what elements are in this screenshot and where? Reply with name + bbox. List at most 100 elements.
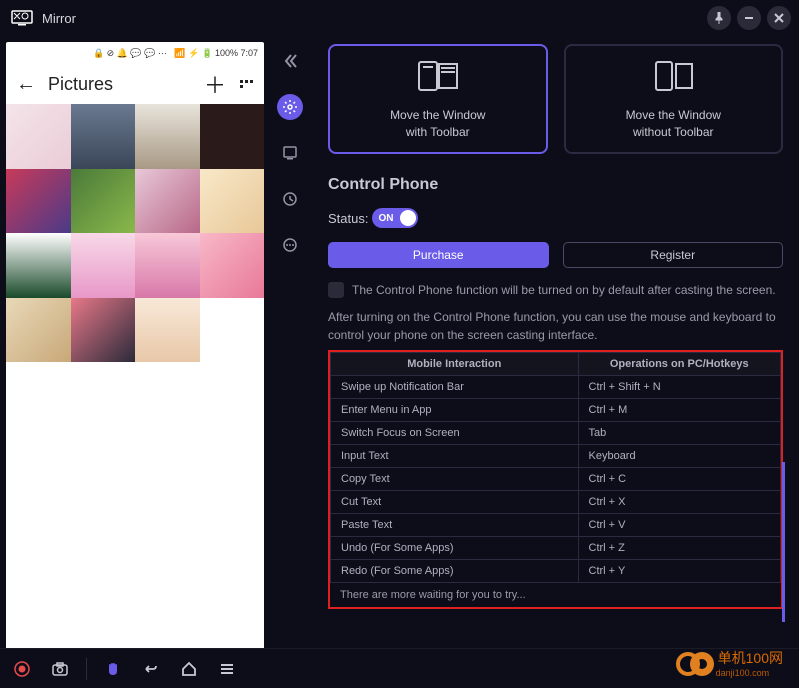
- table-cell: Keyboard: [578, 445, 781, 468]
- photo-thumb: [200, 233, 265, 298]
- default-on-label: The Control Phone function will be turne…: [352, 283, 776, 297]
- default-on-checkbox[interactable]: [328, 282, 344, 298]
- photo-thumb: [200, 104, 265, 169]
- device-icon[interactable]: [277, 140, 303, 166]
- table-cell: Ctrl + C: [578, 468, 781, 491]
- table-cell: Switch Focus on Screen: [331, 422, 579, 445]
- hotkeys-table: Mobile Interaction Operations on PC/Hotk…: [330, 352, 781, 583]
- photo-thumb: [6, 298, 71, 363]
- table-cell: Enter Menu in App: [331, 399, 579, 422]
- phone-status-bar: 🔒 ⊘ 🔔 💬 💬 ⋯ 📶 ⚡ 🔋 100% 7:07: [6, 42, 264, 64]
- description-text: After turning on the Control Phone funct…: [328, 308, 783, 344]
- phone-mirror-panel: 🔒 ⊘ 🔔 💬 💬 ⋯ 📶 ⚡ 🔋 100% 7:07 ← Pictures ＋: [0, 36, 268, 648]
- phone-app-header: ← Pictures ＋: [6, 64, 264, 104]
- table-cell: Paste Text: [331, 514, 579, 537]
- table-cell: Redo (For Some Apps): [331, 560, 579, 583]
- table-row: Cut TextCtrl + X: [331, 491, 781, 514]
- screenshot-button[interactable]: [48, 657, 72, 681]
- hand-button[interactable]: [101, 657, 125, 681]
- window-mode-cards: Move the Window with Toolbar Move the Wi…: [328, 44, 783, 154]
- app-icon: [8, 8, 36, 28]
- table-cell: Ctrl + Shift + N: [578, 376, 781, 399]
- close-button[interactable]: [767, 6, 791, 30]
- table-row: Enter Menu in AppCtrl + M: [331, 399, 781, 422]
- card-label: Move the Window with Toolbar: [390, 107, 485, 139]
- table-header: Mobile Interaction: [331, 353, 579, 376]
- table-row: Swipe up Notification BarCtrl + Shift + …: [331, 376, 781, 399]
- more-icon[interactable]: [277, 232, 303, 258]
- register-button[interactable]: Register: [563, 242, 784, 268]
- table-row: Undo (For Some Apps)Ctrl + Z: [331, 537, 781, 560]
- section-title: Control Phone: [328, 176, 783, 194]
- add-icon[interactable]: ＋: [204, 68, 226, 100]
- card-with-toolbar[interactable]: Move the Window with Toolbar: [328, 44, 548, 154]
- home-button[interactable]: [177, 657, 201, 681]
- phone-screen[interactable]: 🔒 ⊘ 🔔 💬 💬 ⋯ 📶 ⚡ 🔋 100% 7:07 ← Pictures ＋: [6, 42, 264, 666]
- menu-button[interactable]: [215, 657, 239, 681]
- table-row: Switch Focus on ScreenTab: [331, 422, 781, 445]
- photo-grid[interactable]: [6, 104, 264, 362]
- brand-name: 单机100网: [718, 650, 783, 666]
- photo-thumb: [135, 298, 200, 363]
- status-row: Status: ON: [328, 208, 783, 228]
- photo-thumb: [200, 169, 265, 234]
- purchase-button[interactable]: Purchase: [328, 242, 549, 268]
- table-row: Copy TextCtrl + C: [331, 468, 781, 491]
- collapse-icon[interactable]: [277, 48, 303, 74]
- photo-thumb: [135, 169, 200, 234]
- phone-page-title: Pictures: [48, 74, 113, 95]
- history-icon[interactable]: [277, 186, 303, 212]
- record-button[interactable]: [10, 657, 34, 681]
- table-row: Redo (For Some Apps)Ctrl + Y: [331, 560, 781, 583]
- photo-thumb: [135, 233, 200, 298]
- back-icon[interactable]: ←: [16, 73, 36, 96]
- table-cell: Ctrl + V: [578, 514, 781, 537]
- photo-thumb: [71, 298, 136, 363]
- table-cell: Undo (For Some Apps): [331, 537, 579, 560]
- app-title: Mirror: [42, 11, 76, 26]
- table-cell: Swipe up Notification Bar: [331, 376, 579, 399]
- table-cell: Tab: [578, 422, 781, 445]
- card-without-toolbar[interactable]: Move the Window without Toolbar: [564, 44, 784, 154]
- hotkeys-table-wrap: Mobile Interaction Operations on PC/Hotk…: [328, 350, 783, 609]
- photo-thumb: [71, 104, 136, 169]
- window-plain-icon: [646, 58, 700, 99]
- card-label: Move the Window without Toolbar: [626, 107, 721, 139]
- titlebar: Mirror: [0, 0, 799, 36]
- brand-logo-icon: [676, 646, 716, 682]
- table-cell: Ctrl + Z: [578, 537, 781, 560]
- minimize-button[interactable]: [737, 6, 761, 30]
- grid-menu-icon[interactable]: [240, 80, 254, 88]
- photo-thumb: [6, 169, 71, 234]
- table-cell: Ctrl + Y: [578, 560, 781, 583]
- brand-watermark: 单机100网 danji100.com: [676, 646, 783, 682]
- table-cell: Ctrl + M: [578, 399, 781, 422]
- table-header: Operations on PC/Hotkeys: [578, 353, 781, 376]
- photo-thumb: [6, 104, 71, 169]
- main-area: 🔒 ⊘ 🔔 💬 💬 ⋯ 📶 ⚡ 🔋 100% 7:07 ← Pictures ＋: [0, 36, 799, 648]
- undo-button[interactable]: [139, 657, 163, 681]
- table-cell: Ctrl + X: [578, 491, 781, 514]
- table-row: Input TextKeyboard: [331, 445, 781, 468]
- status-label: Status:: [328, 211, 368, 226]
- default-on-row: The Control Phone function will be turne…: [328, 282, 783, 298]
- status-toggle[interactable]: ON: [372, 208, 418, 228]
- bottom-toolbar: 单机100网 danji100.com: [0, 648, 799, 688]
- brand-url: danji100.com: [716, 668, 783, 678]
- table-cell: Cut Text: [331, 491, 579, 514]
- photo-thumb: [135, 104, 200, 169]
- photo-thumb: [200, 298, 265, 363]
- side-rail: [268, 36, 312, 648]
- settings-icon[interactable]: [277, 94, 303, 120]
- photo-thumb: [6, 233, 71, 298]
- table-more: There are more waiting for you to try...: [330, 583, 781, 607]
- pin-button[interactable]: [707, 6, 731, 30]
- photo-thumb: [71, 233, 136, 298]
- table-cell: Copy Text: [331, 468, 579, 491]
- action-buttons: Purchase Register: [328, 242, 783, 268]
- table-row: Paste TextCtrl + V: [331, 514, 781, 537]
- window-toolbar-icon: [411, 58, 465, 99]
- table-cell: Input Text: [331, 445, 579, 468]
- photo-thumb: [71, 169, 136, 234]
- settings-panel: Move the Window with Toolbar Move the Wi…: [312, 36, 799, 648]
